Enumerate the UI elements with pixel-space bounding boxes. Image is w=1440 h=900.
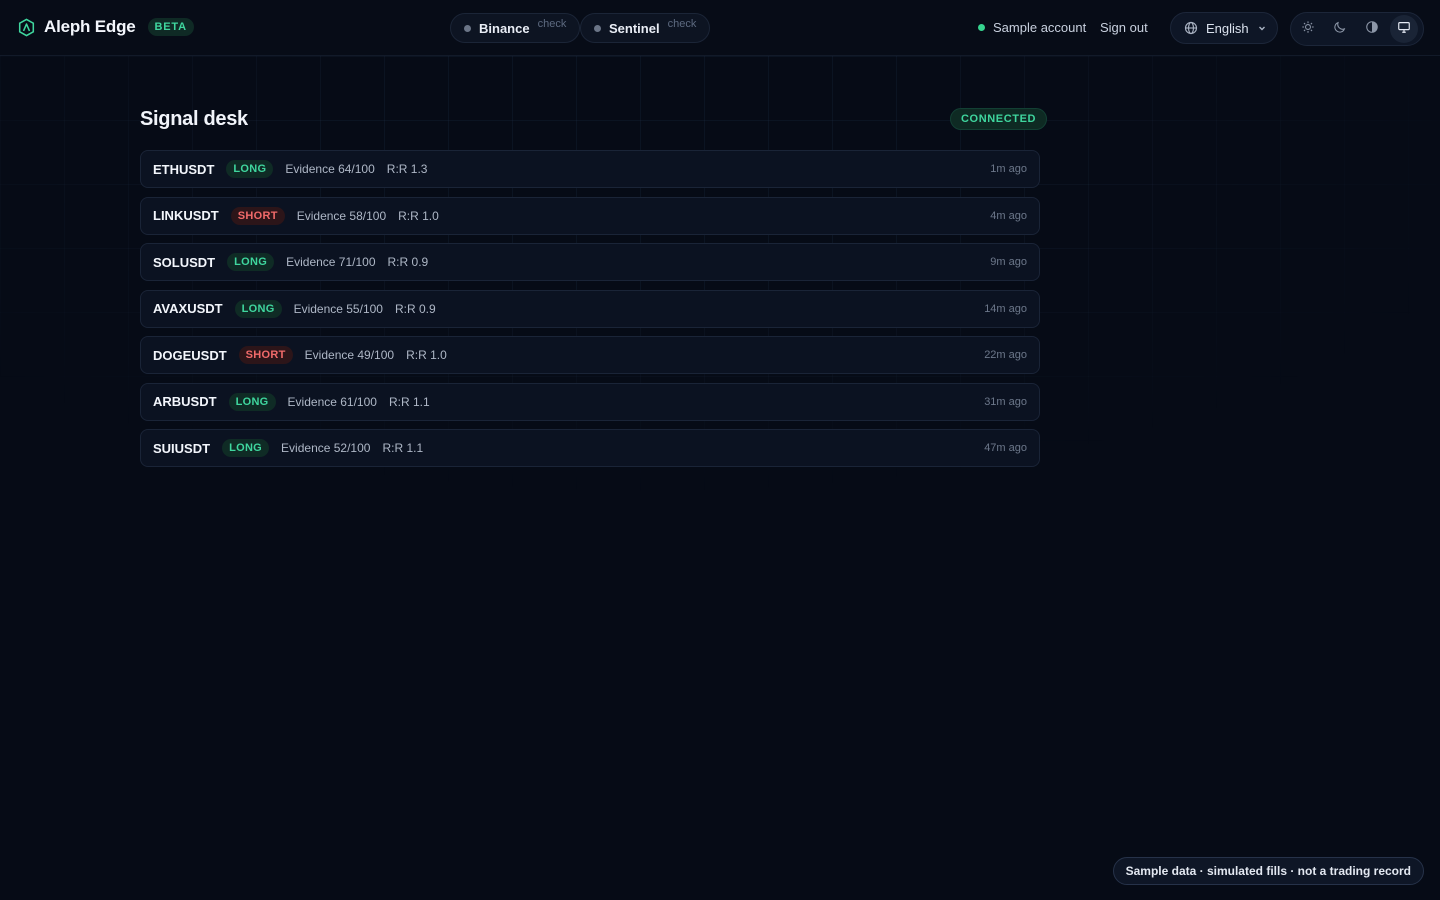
light-theme-button[interactable] bbox=[1294, 15, 1322, 43]
dark-theme-button[interactable] bbox=[1326, 15, 1354, 43]
signal-row[interactable]: SUIUSDT LONG Evidence 52/100 R:R 1.1 47m ago bbox=[140, 429, 1040, 467]
pill-check: check bbox=[537, 18, 567, 30]
signal-evidence: Evidence 71/100 bbox=[286, 255, 376, 269]
sign-out-link[interactable]: Sign out bbox=[1100, 20, 1148, 35]
signal-row[interactable]: ARBUSDT LONG Evidence 61/100 R:R 1.1 31m ago bbox=[140, 382, 1040, 421]
signal-list: ETHUSDT LONG Evidence 64/100 R:R 1.3 1m ago L… bbox=[140, 150, 1040, 476]
signal-row[interactable]: LINKUSDT SHORT Evidence 58/100 R:R 1.0 4m ag… bbox=[140, 196, 1040, 235]
signal-side-badge: LONG bbox=[222, 439, 270, 457]
globe-icon bbox=[1184, 21, 1198, 35]
sample-data-notice: Sample data · simulated fills · not a tr… bbox=[1112, 857, 1424, 885]
signal-symbol: SOLUSDT bbox=[153, 254, 216, 270]
signal-risk-reward: R:R 1.0 bbox=[406, 348, 447, 362]
signal-row[interactable]: AVAXUSDT LONG Evidence 55/100 R:R 0.9 14m ag… bbox=[140, 289, 1040, 328]
page-title: Signal desk bbox=[140, 108, 248, 130]
signal-risk-reward: R:R 1.0 bbox=[398, 208, 439, 223]
signal-row[interactable]: DOGEUSDT SHORT Evidence 49/100 R:R 1.0 22m a… bbox=[140, 336, 1040, 374]
sentinel-status-pill[interactable]: Sentinel check bbox=[580, 13, 711, 43]
signal-evidence: Evidence 64/100 bbox=[285, 162, 375, 176]
signal-side-badge: SHORT bbox=[238, 346, 293, 364]
pill-name: Sentinel bbox=[609, 20, 660, 36]
signal-side-badge: LONG bbox=[226, 160, 274, 178]
status-dot bbox=[594, 24, 601, 32]
signal-evidence: Evidence 58/100 bbox=[296, 208, 387, 223]
system-theme-button[interactable] bbox=[1390, 15, 1418, 43]
signal-time: 1m ago bbox=[990, 163, 1027, 175]
brand-name: Aleph Edge bbox=[44, 17, 136, 36]
beta-badge: BETA bbox=[147, 18, 194, 36]
signal-time: 47m ago bbox=[984, 442, 1027, 454]
signal-evidence: Evidence 61/100 bbox=[287, 394, 377, 409]
signal-evidence: Evidence 52/100 bbox=[281, 441, 371, 455]
moon-icon bbox=[1333, 20, 1347, 39]
signal-symbol: DOGEUSDT bbox=[153, 347, 227, 363]
signal-symbol: LINKUSDT bbox=[153, 208, 219, 223]
signal-risk-reward: R:R 1.3 bbox=[386, 162, 428, 176]
signal-symbol: ETHUSDT bbox=[153, 161, 215, 177]
signal-row[interactable]: ETHUSDT LONG Evidence 64/100 R:R 1.3 1m ago bbox=[140, 150, 1040, 188]
signal-time: 9m ago bbox=[990, 256, 1027, 268]
signal-symbol: SUIUSDT bbox=[153, 440, 211, 456]
online-dot bbox=[978, 24, 985, 31]
signal-symbol: AVAXUSDT bbox=[153, 301, 223, 316]
signal-row[interactable]: SOLUSDT LONG Evidence 71/100 R:R 0.9 9m ago bbox=[140, 243, 1040, 281]
signal-side-badge: LONG bbox=[234, 299, 282, 318]
signal-side-badge: SHORT bbox=[230, 206, 285, 225]
pill-name: Binance bbox=[479, 20, 530, 36]
pill-check: check bbox=[667, 18, 697, 30]
signal-risk-reward: R:R 1.1 bbox=[388, 394, 430, 409]
signal-evidence: Evidence 55/100 bbox=[293, 301, 383, 316]
chevron-down-icon bbox=[1257, 23, 1267, 33]
signal-time: 22m ago bbox=[984, 349, 1027, 361]
signal-risk-reward: R:R 0.9 bbox=[387, 255, 429, 269]
contrast-theme-button[interactable] bbox=[1358, 15, 1386, 43]
status-dot bbox=[464, 24, 471, 32]
language-label: English bbox=[1206, 20, 1249, 36]
logo-icon bbox=[18, 18, 35, 37]
theme-switcher bbox=[1290, 12, 1424, 46]
connection-status-badge: CONNECTED bbox=[950, 108, 1048, 130]
brand[interactable]: Aleph Edge BETA bbox=[18, 17, 194, 37]
signal-risk-reward: R:R 1.1 bbox=[382, 441, 424, 455]
sun-icon bbox=[1301, 20, 1315, 39]
language-select[interactable]: English bbox=[1170, 12, 1278, 44]
signal-side-badge: LONG bbox=[228, 392, 276, 411]
signal-time: 4m ago bbox=[990, 209, 1027, 222]
signal-side-badge: LONG bbox=[227, 253, 275, 271]
signal-symbol: ARBUSDT bbox=[153, 394, 217, 409]
account-indicator[interactable]: Sample account bbox=[978, 20, 1086, 35]
account-label: Sample account bbox=[993, 20, 1087, 35]
signal-evidence: Evidence 49/100 bbox=[304, 348, 395, 362]
monitor-icon bbox=[1397, 20, 1411, 39]
signal-risk-reward: R:R 0.9 bbox=[394, 301, 436, 316]
signal-time: 31m ago bbox=[984, 395, 1027, 408]
top-bar: Aleph Edge BETA Binance check Sentinel c… bbox=[0, 0, 1440, 56]
signal-time: 14m ago bbox=[984, 302, 1027, 315]
binance-status-pill[interactable]: Binance check bbox=[450, 13, 581, 43]
contrast-icon bbox=[1365, 20, 1379, 39]
